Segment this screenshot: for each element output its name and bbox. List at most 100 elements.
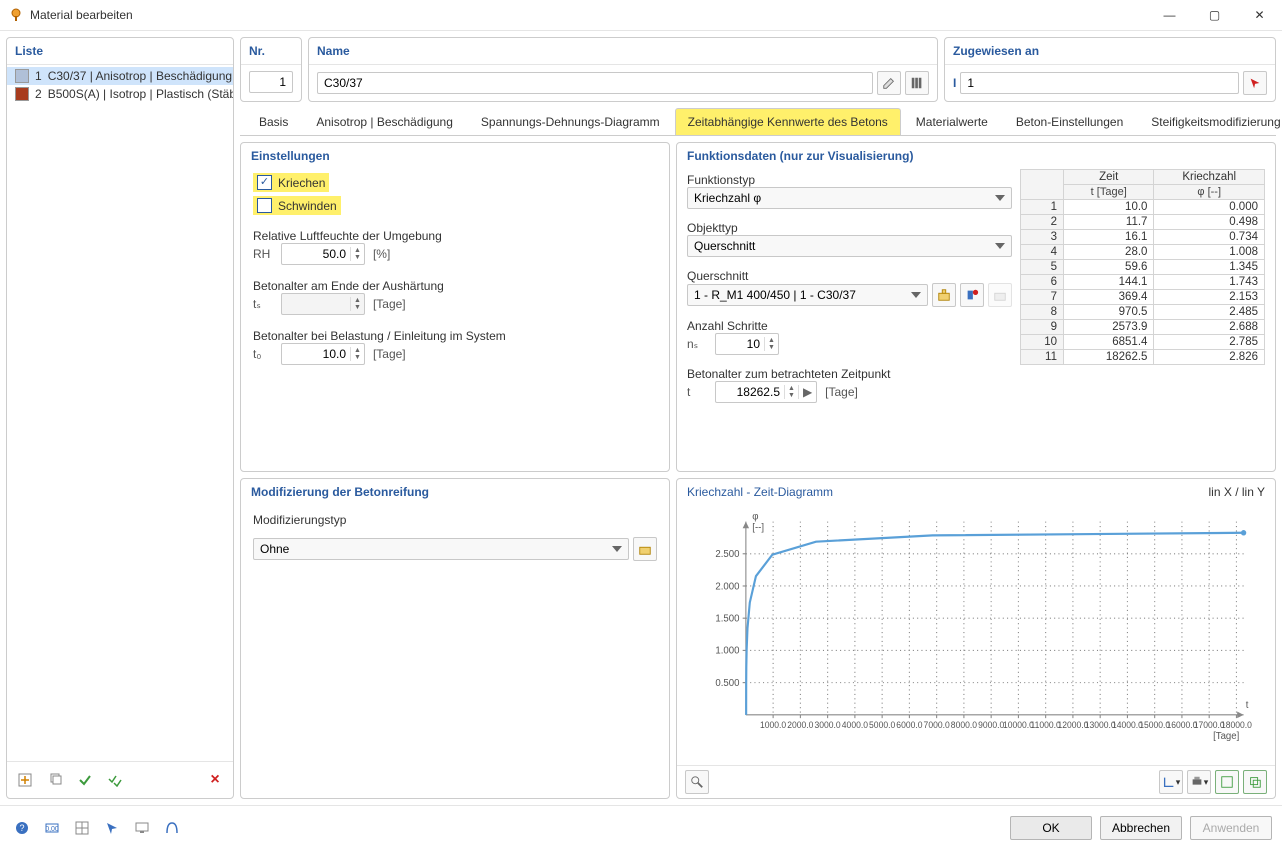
copy-item-button[interactable]	[43, 768, 67, 792]
tab[interactable]: Materialwerte	[903, 108, 1001, 135]
display-button[interactable]	[130, 816, 154, 840]
app-icon	[8, 7, 24, 23]
ts-spinner: ▲▼	[281, 293, 365, 315]
svg-text:9000.0: 9000.0	[978, 720, 1004, 730]
name-input[interactable]	[317, 72, 873, 94]
units-button[interactable]: 0,00	[40, 816, 64, 840]
dialog-footer: ? 0,00 OK Abbrechen Anwenden	[0, 805, 1282, 848]
rh-spinner[interactable]: ▲▼	[281, 243, 365, 265]
cs-edit-button[interactable]	[932, 283, 956, 307]
t0-heading: Betonalter bei Belastung / Einleitung im…	[253, 329, 657, 343]
material-list[interactable]: 1 C30/37 | Anisotrop | Beschädigung 2 B5…	[7, 65, 233, 761]
rh-symbol: RH	[253, 247, 273, 261]
col-time-header: Zeit	[1064, 170, 1154, 185]
shrinkage-checkbox[interactable]	[257, 198, 272, 213]
steps-label: Anzahl Schritte	[687, 319, 1012, 333]
crosssection-dropdown[interactable]: 1 - R_M1 400/450 | 1 - C30/37	[687, 284, 928, 306]
col-phi-header: Kriechzahl	[1154, 170, 1265, 185]
script-button[interactable]	[160, 816, 184, 840]
tab[interactable]: Steifigkeitsmodifizierung	[1138, 108, 1282, 135]
svg-text:4000.0: 4000.0	[842, 720, 868, 730]
cs-new-button[interactable]	[988, 283, 1012, 307]
pick-button[interactable]	[100, 816, 124, 840]
new-item-button[interactable]	[13, 768, 37, 792]
chart-popup-button[interactable]	[1243, 770, 1267, 794]
creep-data-table[interactable]: Zeit Kriechzahl t [Tage] φ [--] 110.00.0…	[1020, 169, 1265, 365]
apply-button[interactable]: Anwenden	[1190, 816, 1272, 840]
close-button[interactable]: ✕	[1237, 0, 1282, 30]
assigned-input[interactable]	[960, 72, 1239, 94]
library-button[interactable]	[905, 71, 929, 95]
check-item-button[interactable]	[73, 768, 97, 792]
ok-button[interactable]: OK	[1010, 816, 1092, 840]
table-row[interactable]: 316.10.734	[1021, 230, 1265, 245]
steps-spinner[interactable]: ▲▼	[715, 333, 779, 355]
svg-text:[Tage]: [Tage]	[1213, 731, 1239, 742]
chart-zoom-button[interactable]	[685, 770, 709, 794]
t-unit: [Tage]	[825, 385, 858, 399]
tab[interactable]: Anisotrop | Beschädigung	[303, 108, 466, 135]
tab[interactable]: Beton-Einstellungen	[1003, 108, 1136, 135]
list-item-num: 2	[35, 87, 42, 101]
table-row[interactable]: 92573.92.688	[1021, 320, 1265, 335]
tab[interactable]: Basis	[246, 108, 301, 135]
tab[interactable]: Zeitabhängige Kennwerte des Betons	[675, 108, 901, 135]
edit-name-button[interactable]	[877, 71, 901, 95]
delete-item-button[interactable]: ×	[203, 768, 227, 792]
rh-heading: Relative Luftfeuchte der Umgebung	[253, 229, 657, 243]
maximize-button[interactable]: ▢	[1192, 0, 1237, 30]
nr-label: Nr.	[241, 38, 301, 65]
functiontype-dropdown[interactable]: Kriechzahl φ	[687, 187, 1012, 209]
settings-title: Einstellungen	[241, 143, 669, 169]
table-row[interactable]: 428.01.008	[1021, 245, 1265, 260]
table-row[interactable]: 6144.11.743	[1021, 275, 1265, 290]
chart-print-button[interactable]: ▾	[1187, 770, 1211, 794]
pick-assigned-button[interactable]	[1243, 71, 1267, 95]
cancel-button[interactable]: Abbrechen	[1100, 816, 1182, 840]
chart-title: Kriechzahl - Zeit-Diagramm	[687, 485, 833, 499]
svg-text:2.000: 2.000	[715, 581, 740, 592]
t-spinner[interactable]: ▲▼▶	[715, 381, 817, 403]
list-item-num: 1	[35, 69, 42, 83]
assigned-label: Zugewiesen an	[945, 38, 1275, 65]
list-item[interactable]: 1 C30/37 | Anisotrop | Beschädigung	[7, 67, 233, 85]
svg-text:1.500: 1.500	[715, 613, 740, 624]
modifytype-dropdown[interactable]: Ohne	[253, 538, 629, 560]
objecttype-dropdown[interactable]: Querschnitt	[687, 235, 1012, 257]
chart-axis-button[interactable]: ▾	[1159, 770, 1183, 794]
shrinkage-label: Schwinden	[278, 199, 337, 213]
help-button[interactable]: ?	[10, 816, 34, 840]
cs-info-button[interactable]	[960, 283, 984, 307]
chart-expand-button[interactable]	[1215, 770, 1239, 794]
svg-text:1000.0: 1000.0	[760, 720, 786, 730]
chart-plot: 0.5001.0001.5002.0002.5001000.02000.0300…	[687, 505, 1265, 759]
grid-button[interactable]	[70, 816, 94, 840]
modify-edit-button[interactable]	[633, 537, 657, 561]
table-row[interactable]: 1118262.52.826	[1021, 350, 1265, 365]
svg-text:11000.0: 11000.0	[1031, 720, 1061, 730]
check-all-button[interactable]	[103, 768, 127, 792]
creep-checkbox[interactable]	[257, 175, 272, 190]
table-row[interactable]: 8970.52.485	[1021, 305, 1265, 320]
table-row[interactable]: 110.00.000	[1021, 200, 1265, 215]
table-row[interactable]: 211.70.498	[1021, 215, 1265, 230]
rh-unit: [%]	[373, 247, 390, 261]
tab[interactable]: Spannungs-Dehnungs-Diagramm	[468, 108, 673, 135]
list-item-label: C30/37 | Anisotrop | Beschädigung	[48, 69, 232, 83]
i-beam-icon: I	[953, 76, 956, 90]
t0-spinner[interactable]: ▲▼	[281, 343, 365, 365]
nr-input[interactable]	[249, 71, 293, 93]
svg-text:8000.0: 8000.0	[951, 720, 977, 730]
chart-axis-mode: lin X / lin Y	[1209, 485, 1265, 499]
svg-text:2.500: 2.500	[715, 549, 740, 560]
table-row[interactable]: 106851.42.785	[1021, 335, 1265, 350]
table-row[interactable]: 559.61.345	[1021, 260, 1265, 275]
table-row[interactable]: 7369.42.153	[1021, 290, 1265, 305]
list-item[interactable]: 2 B500S(A) | Isotrop | Plastisch (Stäbe)	[7, 85, 233, 103]
svg-text:2000.0: 2000.0	[787, 720, 813, 730]
svg-text:φ: φ	[752, 511, 758, 522]
minimize-button[interactable]: —	[1147, 0, 1192, 30]
tab-bar: BasisAnisotrop | BeschädigungSpannungs-D…	[240, 108, 1276, 136]
svg-text:[--]: [--]	[752, 522, 764, 533]
svg-text:1.000: 1.000	[715, 646, 740, 657]
